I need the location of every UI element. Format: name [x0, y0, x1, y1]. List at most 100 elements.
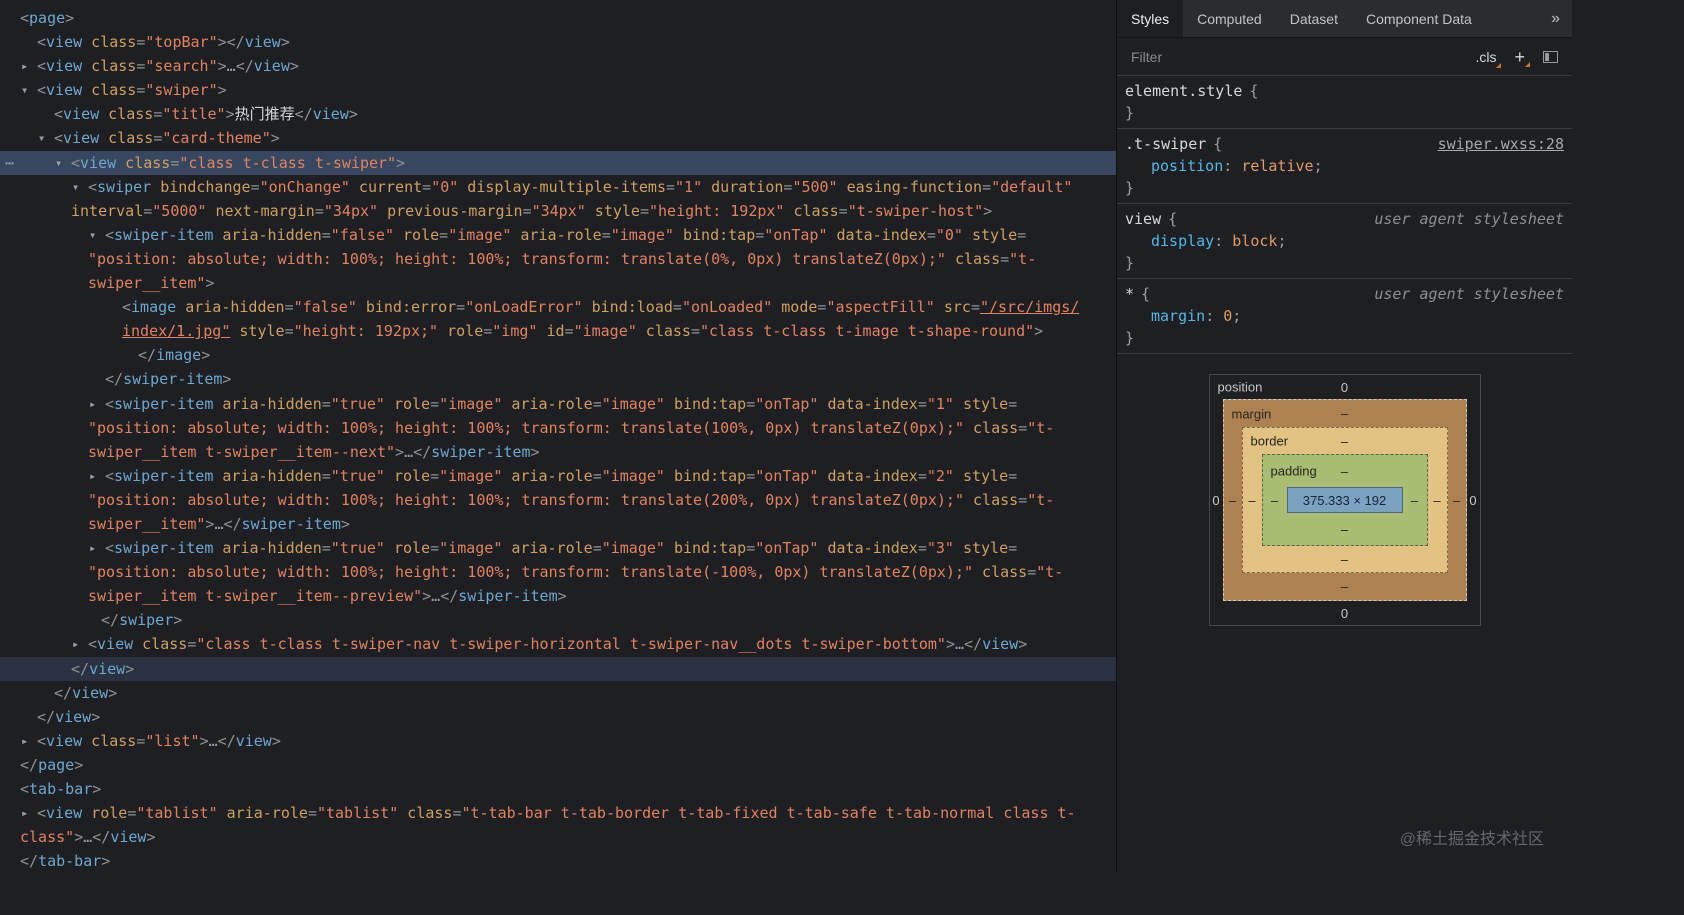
tree-row[interactable]: </view> — [0, 656, 1116, 681]
element-classes-button[interactable]: .cls — [1475, 49, 1502, 68]
code-token: = — [601, 225, 611, 244]
box-model-border[interactable]: border – – padding – – 375.333 × 192 – –… — [1241, 427, 1448, 573]
code-token: < — [37, 33, 47, 52]
code-token: 热门推荐 — [234, 105, 295, 124]
tree-row[interactable]: swiper__item">…</swiper-item> — [0, 512, 1116, 536]
box-model-content[interactable]: 375.333 × 192 — [1286, 487, 1403, 513]
expand-arrow-icon[interactable]: ▸ — [89, 536, 96, 560]
resource-link-src[interactable]: index/1.jpg" — [122, 322, 230, 340]
expand-arrow-icon[interactable]: ▸ — [21, 801, 28, 825]
tree-row[interactable]: ▸ <swiper-item aria-hidden="true" role="i… — [0, 464, 1116, 488]
expand-arrow-icon[interactable]: ▸ — [89, 392, 96, 416]
tab-dataset[interactable]: Dataset — [1276, 0, 1352, 37]
tree-row[interactable]: <view class="topBar"></view> — [0, 30, 1116, 54]
property-value[interactable]: block — [1232, 232, 1277, 250]
box-model-padding[interactable]: padding – – 375.333 × 192 – – — [1261, 454, 1428, 546]
tree-row[interactable]: </tab-bar> — [0, 849, 1116, 873]
resource-link-src[interactable]: "/src/imgs/ — [980, 298, 1079, 316]
tree-row[interactable]: <image aria-hidden="false" bind:error="o… — [0, 295, 1116, 319]
expand-arrow-icon[interactable]: ▸ — [72, 632, 79, 656]
tree-row[interactable]: "position: absolute; width: 100%; height… — [0, 488, 1116, 512]
tree-row[interactable]: <view class="title">热门推荐</view> — [0, 102, 1116, 126]
tree-row[interactable]: ⋯ ▾ <view class="class t-class t-swiper"> — [0, 150, 1116, 175]
code-token: > — [348, 105, 358, 124]
box-model-position[interactable]: position 0 0 margin – – border – – paddi… — [1210, 375, 1480, 625]
tree-row[interactable]: swiper__item t-swiper__item--next">…</sw… — [0, 440, 1116, 464]
rule-selector[interactable]: .t-swiper — [1125, 133, 1206, 155]
tree-row[interactable]: swiper__item t-swiper__item--preview">…<… — [0, 584, 1116, 608]
tree-row[interactable]: </view> — [0, 681, 1116, 705]
tree-row[interactable]: </swiper-item> — [0, 367, 1116, 391]
collapse-arrow-icon[interactable]: ▾ — [72, 175, 79, 199]
new-style-rule-button[interactable]: + — [1514, 48, 1530, 67]
code-token: role — [438, 322, 484, 341]
box-model-margin[interactable]: margin – – border – – padding – – 375.33… — [1222, 399, 1467, 601]
rule-selector[interactable]: element.style — [1125, 80, 1242, 102]
tree-row[interactable]: <tab-bar> — [0, 777, 1116, 801]
expand-arrow-icon[interactable]: ▸ — [21, 729, 28, 753]
property-name[interactable]: margin — [1151, 307, 1205, 325]
tree-row[interactable]: index/1.jpg" style="height: 192px;" role… — [0, 319, 1116, 343]
row-menu-icon[interactable]: ⋯ — [5, 151, 14, 175]
tree-row[interactable]: swiper__item"> — [0, 271, 1116, 295]
code-token: = — [321, 466, 331, 485]
property-value[interactable]: relative — [1241, 157, 1313, 175]
tab-component-data[interactable]: Component Data — [1352, 0, 1486, 37]
margin-left-value: – — [1228, 492, 1237, 508]
tree-row[interactable]: ▾ <view class="card-theme"> — [0, 126, 1116, 150]
code-token: view — [97, 635, 134, 654]
property-name[interactable]: position — [1151, 157, 1223, 175]
property-value[interactable]: 0 — [1223, 307, 1232, 325]
css-property[interactable]: display: block; — [1125, 230, 1564, 252]
collapse-arrow-icon[interactable]: ▾ — [21, 78, 28, 102]
code-token: > — [146, 828, 156, 847]
tree-row[interactable]: ▸ <view role="tablist" aria-role="tablist… — [0, 801, 1116, 825]
rule-selector[interactable]: * — [1125, 283, 1134, 305]
css-property[interactable]: margin: 0; — [1125, 305, 1564, 327]
tree-row[interactable]: "position: absolute; width: 100%; height… — [0, 560, 1116, 584]
tree-row[interactable]: ▸ <view class="search">…</view> — [0, 54, 1116, 78]
tree-row[interactable]: ▸ <view class="list">…</view> — [0, 729, 1116, 753]
tab-styles[interactable]: Styles — [1117, 0, 1184, 37]
code-token: swiper-item — [241, 514, 341, 533]
expand-arrow-icon[interactable]: ▸ — [89, 464, 96, 488]
tab-computed[interactable]: Computed — [1183, 0, 1276, 37]
code-token: = — [1008, 466, 1018, 485]
collapse-arrow-icon[interactable]: ▾ — [38, 126, 45, 150]
tree-row[interactable]: <page> — [0, 6, 1116, 30]
styles-filter-input[interactable]: Filter — [1131, 49, 1457, 65]
tree-row[interactable]: ▸ <view class="class t-class t-swiper-nav… — [0, 632, 1116, 656]
property-name[interactable]: display — [1151, 232, 1214, 250]
border-right-value: – — [1433, 492, 1441, 508]
rule-selector[interactable]: view — [1125, 208, 1161, 230]
tree-row[interactable]: </image> — [0, 343, 1116, 367]
code-token: "height: 192px" — [649, 201, 785, 220]
tree-row[interactable]: interval="5000" next-margin="34px" previ… — [0, 199, 1116, 223]
open-brace: { — [1249, 82, 1259, 100]
tree-row[interactable]: </swiper> — [0, 608, 1116, 632]
code-token: "onTap" — [764, 225, 828, 244]
stylesheet-source-link[interactable]: swiper.wxss:28 — [1438, 133, 1564, 155]
collapse-arrow-icon[interactable]: ▾ — [89, 223, 96, 247]
css-property[interactable]: position: relative; — [1125, 155, 1564, 177]
tree-row[interactable]: ▾ <swiper bindchange="onChange" current="… — [0, 175, 1116, 199]
tree-row[interactable]: ▾ <view class="swiper"> — [0, 78, 1116, 102]
tree-row[interactable]: "position: absolute; width: 100%; height… — [0, 416, 1116, 440]
tree-row[interactable]: </page> — [0, 753, 1116, 777]
tree-row[interactable]: class">…</view> — [0, 825, 1116, 849]
tree-row[interactable]: "position: absolute; width: 100%; height… — [0, 247, 1116, 271]
close-brace: } — [1125, 179, 1135, 197]
collapse-arrow-icon[interactable]: ▾ — [55, 151, 62, 175]
code-token: = — [284, 298, 294, 317]
tree-row[interactable]: ▾ <swiper-item aria-hidden="false" role="… — [0, 223, 1116, 247]
tree-row[interactable]: ▸ <swiper-item aria-hidden="true" role="i… — [0, 392, 1116, 416]
expand-arrow-icon[interactable]: ▸ — [21, 54, 28, 78]
toggle-sidebar-icon[interactable] — [1543, 50, 1558, 63]
stylesheet-origin-label: user agent stylesheet — [1374, 285, 1564, 303]
code-token: </ — [20, 755, 39, 774]
code-token: "t-swiper-host" — [847, 201, 984, 220]
more-tabs-icon[interactable]: » — [1539, 0, 1572, 37]
code-token: role — [384, 394, 431, 413]
tree-row[interactable]: ▸ <swiper-item aria-hidden="true" role="i… — [0, 536, 1116, 560]
tree-row[interactable]: </view> — [0, 705, 1116, 729]
